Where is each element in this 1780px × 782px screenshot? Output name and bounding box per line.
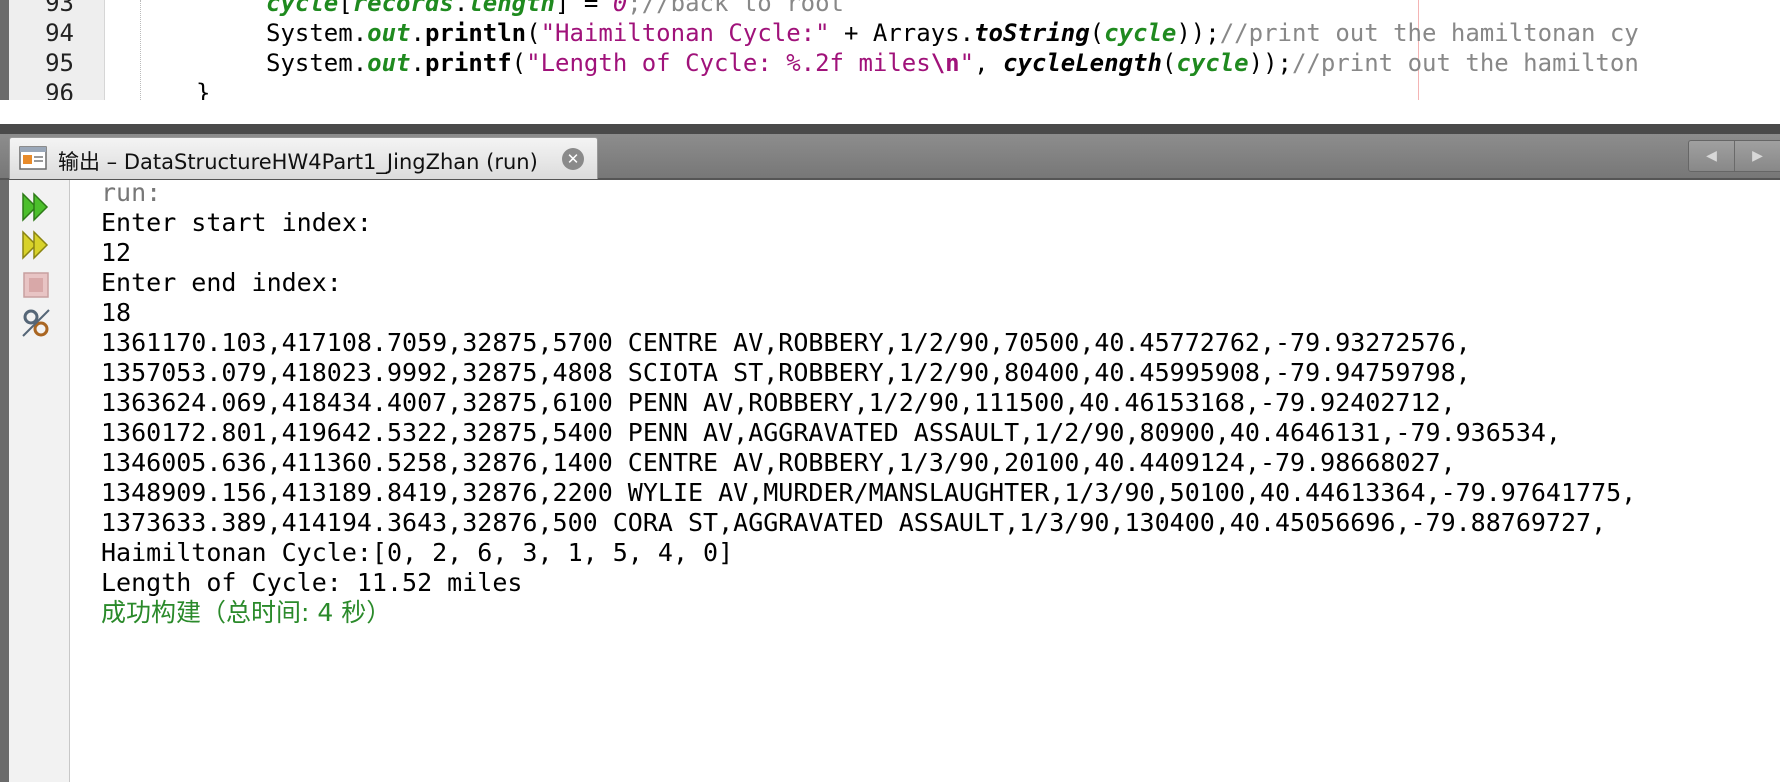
code-token: out <box>367 19 411 47</box>
chevron-left-icon[interactable]: ◀ <box>1689 141 1735 171</box>
output-toolbar <box>9 180 70 782</box>
code-token: toString <box>974 19 1090 47</box>
line-number: 96 <box>45 79 74 100</box>
code-token: ;//back to root <box>627 0 845 17</box>
console-line: 1346005.636,411360.5258,32876,1400 CENTR… <box>101 448 1456 477</box>
output-tab-label: 输出 – DataStructureHW4Part1_JingZhan (run… <box>58 150 538 174</box>
code-token: cycle <box>266 0 339 17</box>
settings-icon[interactable] <box>19 306 53 340</box>
console-line: 1373633.389,414194.3643,32876,500 CORA S… <box>101 508 1607 537</box>
line-number-gutter: 93 94 95 96 <box>9 0 105 100</box>
output-console[interactable]: run: Enter start index: 12 Enter end ind… <box>70 178 1780 782</box>
code-token: \n <box>930 49 960 77</box>
console-run-label: run: <box>101 178 162 207</box>
console-line: 1357053.079,418023.9992,32875,4808 SCIOT… <box>101 358 1471 387</box>
code-token: System. <box>266 49 368 77</box>
code-token: cycleLength <box>1002 49 1162 77</box>
console-line: 12 <box>101 238 132 267</box>
code-token: ( <box>526 19 541 47</box>
code-token: "Length of Cycle: %.2f miles <box>526 49 931 77</box>
editor-left-edge <box>0 0 9 100</box>
code-token: //print out the hamiltonan cy <box>1219 19 1639 47</box>
console-line: Length of Cycle: 11.52 miles <box>101 568 523 597</box>
line-number: 94 <box>45 19 74 47</box>
code-token: . <box>453 0 469 17</box>
stop-icon[interactable] <box>19 268 53 302</box>
code-token: " <box>959 49 975 77</box>
code-token: printf <box>424 49 512 77</box>
pane-divider[interactable] <box>0 124 1780 134</box>
console-line: 1348909.156,413189.8419,32876,2200 WYLIE… <box>101 478 1637 507</box>
code-token: //print out the hamilton <box>1291 49 1639 77</box>
code-token: . <box>410 49 425 77</box>
code-token: )); <box>1176 19 1220 47</box>
console-line: Enter start index: <box>101 208 372 237</box>
tab-navigation: ◀ ▶ <box>1688 140 1780 172</box>
code-token: "Haimiltonan Cycle:" <box>540 19 830 47</box>
rerun-icon[interactable] <box>19 190 53 224</box>
build-success-message: 成功构建（总时间: 4 秒） <box>101 598 392 627</box>
chevron-right-icon[interactable]: ▶ <box>1735 141 1780 171</box>
console-line: 1360172.801,419642.5322,32875,5400 PENN … <box>101 418 1561 447</box>
code-token: ( <box>511 49 527 77</box>
code-token: 0 <box>612 0 628 17</box>
code-token: records <box>352 0 454 17</box>
console-line: Haimiltonan Cycle:[0, 2, 6, 3, 1, 5, 4, … <box>101 538 734 567</box>
fold-guide <box>140 0 141 100</box>
code-token: ( <box>1089 19 1105 47</box>
code-token: + Arrays. <box>829 19 975 47</box>
code-token: } <box>196 79 211 100</box>
code-token: System. <box>266 19 368 47</box>
code-token: ( <box>1161 49 1177 77</box>
rerun-with-options-icon[interactable] <box>19 228 53 262</box>
code-token: cycle <box>1176 49 1249 77</box>
code-token: , <box>974 49 1003 77</box>
output-window-icon <box>19 146 47 170</box>
code-token: . <box>410 19 425 47</box>
line-number: 95 <box>45 49 74 77</box>
console-line: Enter end index: <box>101 268 342 297</box>
output-left-edge <box>0 180 9 782</box>
output-tab-bar: 输出 – DataStructureHW4Part1_JingZhan (run… <box>0 134 1780 180</box>
code-editor[interactable]: 93 94 95 96 cycle[records.length] = 0;//… <box>0 0 1780 100</box>
code-token: println <box>424 19 527 47</box>
code-token: out <box>367 49 411 77</box>
code-line[interactable]: System.out.printf("Length of Cycle: %.2f… <box>266 46 1639 80</box>
code-token: [ <box>338 0 353 17</box>
console-line: 1361170.103,417108.7059,32875,5700 CENTR… <box>101 328 1471 357</box>
code-token: ] = <box>555 0 613 17</box>
code-line[interactable]: } <box>196 76 210 100</box>
code-token: cycle <box>1104 19 1177 47</box>
output-tab[interactable]: 输出 – DataStructureHW4Part1_JingZhan (run… <box>9 137 598 179</box>
console-line: 18 <box>101 298 132 327</box>
code-line[interactable]: System.out.println("Haimiltonan Cycle:" … <box>266 16 1639 50</box>
close-icon[interactable]: ✕ <box>562 148 584 170</box>
code-token: length <box>468 0 556 17</box>
console-line: 1363624.069,418434.4007,32875,6100 PENN … <box>101 388 1456 417</box>
code-token: )); <box>1248 49 1292 77</box>
